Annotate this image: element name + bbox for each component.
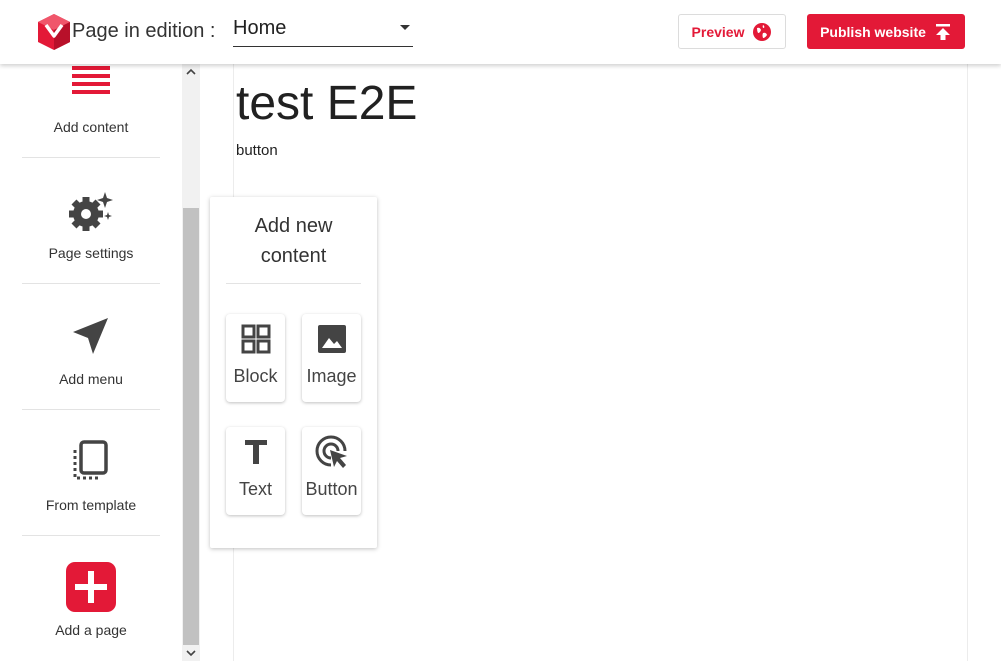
page-in-edition-label: Page in edition : bbox=[72, 20, 216, 42]
sidebar-item-label: From template bbox=[45, 497, 137, 513]
app-logo-icon bbox=[38, 14, 70, 50]
template-copy-icon bbox=[22, 440, 160, 482]
add-image-tile[interactable]: Image bbox=[302, 314, 361, 402]
text-t-icon bbox=[226, 435, 285, 469]
publish-button-label: Publish website bbox=[820, 23, 926, 40]
add-block-tile[interactable]: Block bbox=[226, 314, 285, 402]
popup-title: Add new content bbox=[254, 215, 333, 267]
sidebar-item-from-template[interactable]: From template bbox=[22, 410, 160, 536]
caret-down-icon bbox=[400, 25, 410, 30]
add-content-popup: Add new content Block Image Text Button bbox=[210, 197, 377, 548]
tile-label: Image bbox=[306, 366, 357, 386]
sidebar-item-add-a-page[interactable]: Add a page bbox=[22, 536, 160, 661]
sidebar-item-label: Page settings bbox=[48, 245, 134, 261]
upload-icon bbox=[935, 23, 950, 40]
navigation-arrow-icon bbox=[22, 316, 160, 356]
sidebar-item-page-settings[interactable]: Page settings bbox=[22, 158, 160, 284]
sidebar-item-label: Add a page bbox=[55, 622, 127, 638]
add-text-tile[interactable]: Text bbox=[226, 427, 285, 515]
globe-icon bbox=[753, 22, 772, 41]
popup-divider bbox=[226, 283, 361, 284]
image-icon bbox=[302, 322, 361, 356]
sidebar-item-label: Add menu bbox=[59, 371, 123, 387]
preview-button[interactable]: Preview bbox=[678, 14, 786, 49]
tile-label: Text bbox=[238, 479, 272, 499]
plus-box-icon bbox=[22, 562, 160, 612]
page-heading[interactable]: test E2E bbox=[236, 76, 417, 131]
tile-label: Button bbox=[305, 479, 358, 499]
add-button-tile[interactable]: Button bbox=[302, 427, 361, 515]
gears-sparkle-icon bbox=[22, 190, 160, 232]
menu-lines-icon bbox=[22, 66, 160, 94]
top-bar: Page in edition : Home Preview Publish w… bbox=[0, 0, 1001, 64]
sidebar-item-add-content[interactable]: Add content bbox=[22, 64, 160, 158]
scrollbar-thumb[interactable] bbox=[183, 208, 199, 645]
publish-website-button[interactable]: Publish website bbox=[807, 14, 965, 49]
tile-label: Block bbox=[233, 366, 278, 386]
sidebar: Add content Page settings Add menu From … bbox=[0, 64, 182, 661]
scroll-down-arrow-icon[interactable] bbox=[182, 645, 200, 661]
grid-icon bbox=[226, 322, 285, 356]
sidebar-scrollbar[interactable] bbox=[182, 64, 200, 661]
page-select-value: Home bbox=[233, 17, 287, 39]
preview-button-label: Preview bbox=[691, 23, 745, 40]
scroll-up-arrow-icon[interactable] bbox=[182, 64, 200, 80]
cursor-click-icon bbox=[302, 435, 361, 469]
page-button-text[interactable]: button bbox=[236, 142, 278, 159]
page-select-dropdown[interactable]: Home bbox=[233, 14, 413, 47]
sidebar-item-label: Add content bbox=[53, 119, 129, 135]
sidebar-item-add-menu[interactable]: Add menu bbox=[22, 284, 160, 410]
